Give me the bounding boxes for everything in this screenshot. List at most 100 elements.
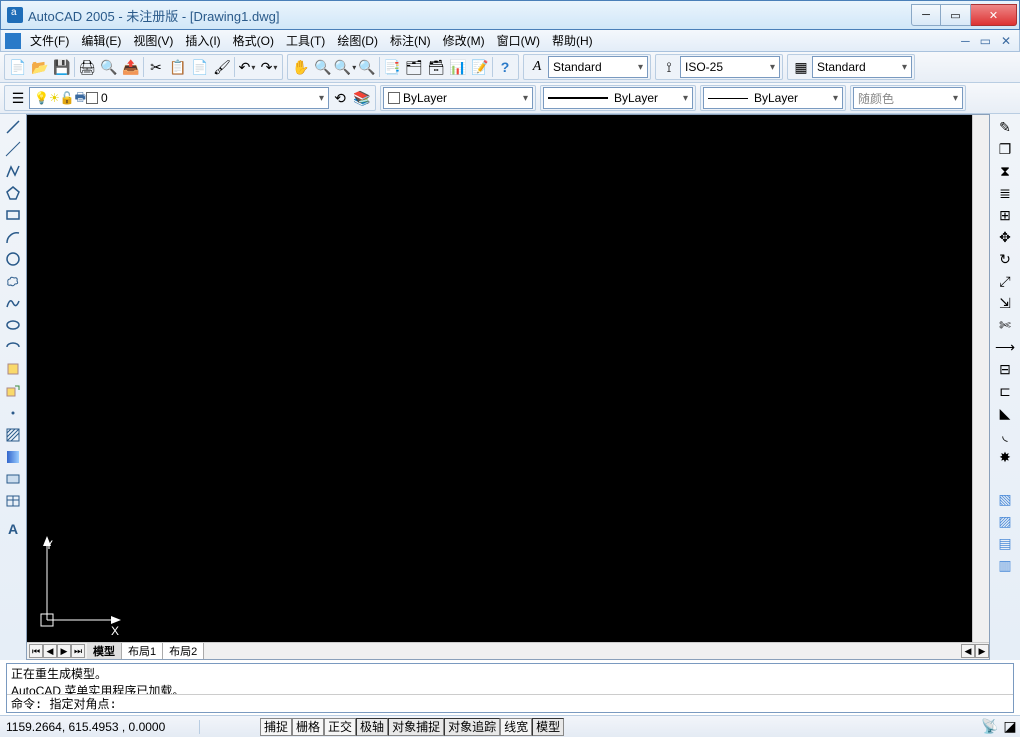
mdi-restore-button[interactable]: ▭: [980, 34, 991, 48]
command-input[interactable]: 命令: 指定对角点:: [7, 694, 1013, 712]
copy-button[interactable]: 📋: [167, 56, 189, 78]
arc-button[interactable]: [2, 226, 24, 248]
tool-palettes-button[interactable]: 🗃: [425, 56, 447, 78]
tab-first-button[interactable]: ⏮: [29, 644, 43, 658]
trim-button[interactable]: ✄: [994, 314, 1016, 336]
chamfer-button[interactable]: ◣: [994, 402, 1016, 424]
toggle-model[interactable]: 模型: [532, 718, 564, 736]
open-button[interactable]: 📂: [29, 56, 51, 78]
tab-layout1[interactable]: 布局1: [122, 643, 163, 659]
layer-previous-button[interactable]: ⟲: [329, 87, 351, 109]
menu-insert[interactable]: 插入(I): [179, 32, 226, 49]
communication-center-icon[interactable]: 📡: [980, 716, 1000, 738]
match-button[interactable]: 🖌: [211, 56, 233, 78]
draworder-back-button[interactable]: ▨: [994, 510, 1016, 532]
table-button[interactable]: [2, 490, 24, 512]
tab-model[interactable]: 模型: [87, 643, 122, 659]
fillet-button[interactable]: ◟: [994, 424, 1016, 446]
region-button[interactable]: [2, 468, 24, 490]
hscroll-right-button[interactable]: ▶: [975, 644, 989, 658]
hatch-button[interactable]: [2, 424, 24, 446]
mirror-button[interactable]: ⧗: [994, 160, 1016, 182]
zoom-previous-button[interactable]: 🔍: [356, 56, 378, 78]
toggle-grid[interactable]: 栅格: [292, 718, 324, 736]
toggle-otrack[interactable]: 对象追踪: [444, 718, 500, 736]
status-coordinates[interactable]: 1159.2664, 615.4953 , 0.0000: [0, 720, 200, 734]
markup-button[interactable]: 📝: [469, 56, 491, 78]
array-button[interactable]: ⊞: [994, 204, 1016, 226]
stretch-button[interactable]: ⇲: [994, 292, 1016, 314]
plotstyle-dropdown[interactable]: 随颜色 ▾: [853, 87, 963, 109]
properties-button[interactable]: 📑: [381, 56, 403, 78]
revcloud-button[interactable]: [2, 270, 24, 292]
drawing-canvas[interactable]: Y X: [27, 115, 972, 642]
maximize-button[interactable]: ▭: [941, 4, 971, 26]
vertical-scrollbar[interactable]: [972, 115, 989, 642]
tab-next-button[interactable]: ▶: [57, 644, 71, 658]
menu-tools[interactable]: 工具(T): [280, 32, 331, 49]
redo-button[interactable]: ↷▾: [258, 56, 280, 78]
tab-last-button[interactable]: ⏭: [71, 644, 85, 658]
line-button[interactable]: [2, 116, 24, 138]
circle-button[interactable]: [2, 248, 24, 270]
lineweight-dropdown[interactable]: ByLayer ▾: [703, 87, 843, 109]
pan-realtime-button[interactable]: ✋: [290, 56, 312, 78]
menu-view[interactable]: 视图(V): [127, 32, 179, 49]
layer-dropdown[interactable]: 💡 ☀ 🔓 🖶 0 ▾: [29, 87, 329, 109]
rotate-button[interactable]: ↻: [994, 248, 1016, 270]
color-dropdown[interactable]: ByLayer ▾: [383, 87, 533, 109]
text-style-dropdown[interactable]: Standard ▾: [548, 56, 648, 78]
polyline-button[interactable]: [2, 160, 24, 182]
hscroll-left-button[interactable]: ◀: [961, 644, 975, 658]
zoom-realtime-button[interactable]: 🔍: [312, 56, 334, 78]
print-preview-button[interactable]: 🔍: [98, 56, 120, 78]
rectangle-button[interactable]: [2, 204, 24, 226]
save-button[interactable]: 💾: [51, 56, 73, 78]
menu-format[interactable]: 格式(O): [227, 32, 280, 49]
toggle-osnap[interactable]: 对象捕捉: [388, 718, 444, 736]
draworder-above-button[interactable]: ▤: [994, 532, 1016, 554]
ellipse-button[interactable]: [2, 314, 24, 336]
copy-object-button[interactable]: ❐: [994, 138, 1016, 160]
polygon-button[interactable]: [2, 182, 24, 204]
publish-button[interactable]: 📤: [120, 56, 142, 78]
offset-button[interactable]: ≣: [994, 182, 1016, 204]
mdi-close-button[interactable]: ✕: [1001, 34, 1011, 48]
layer-states-button[interactable]: 📚: [351, 87, 373, 109]
mdi-minimize-button[interactable]: ─: [961, 34, 970, 48]
dim-style-dropdown[interactable]: ISO-25 ▾: [680, 56, 780, 78]
menu-modify[interactable]: 修改(M): [437, 32, 491, 49]
linetype-dropdown[interactable]: ByLayer ▾: [543, 87, 693, 109]
new-button[interactable]: 📄: [7, 56, 29, 78]
table-style-dropdown[interactable]: Standard ▾: [812, 56, 912, 78]
menu-dimension[interactable]: 标注(N): [384, 32, 437, 49]
design-center-button[interactable]: 🗂: [403, 56, 425, 78]
toggle-polar[interactable]: 极轴: [356, 718, 388, 736]
menu-edit[interactable]: 编辑(E): [75, 32, 127, 49]
layer-manager-button[interactable]: ☰: [7, 87, 29, 109]
draworder-under-button[interactable]: ▥: [994, 554, 1016, 576]
construction-line-button[interactable]: [2, 138, 24, 160]
minimize-button[interactable]: ─: [911, 4, 941, 26]
zoom-window-button[interactable]: 🔍▾: [334, 56, 356, 78]
erase-button[interactable]: ✎: [994, 116, 1016, 138]
spline-button[interactable]: [2, 292, 24, 314]
menu-file[interactable]: 文件(F): [24, 32, 75, 49]
toggle-lwt[interactable]: 线宽: [500, 718, 532, 736]
scale-button[interactable]: ⤢: [994, 270, 1016, 292]
close-button[interactable]: ✕: [971, 4, 1017, 26]
insert-block-button[interactable]: [2, 358, 24, 380]
gradient-button[interactable]: [2, 446, 24, 468]
menu-draw[interactable]: 绘图(D): [331, 32, 384, 49]
undo-button[interactable]: ↶▾: [236, 56, 258, 78]
make-block-button[interactable]: [2, 380, 24, 402]
mdi-icon[interactable]: [5, 33, 21, 49]
tab-prev-button[interactable]: ◀: [43, 644, 57, 658]
mtext-button[interactable]: A: [2, 518, 24, 540]
tab-layout2[interactable]: 布局2: [163, 643, 204, 659]
toggle-snap[interactable]: 捕捉: [260, 718, 292, 736]
ellipse-arc-button[interactable]: [2, 336, 24, 358]
status-lock-icon[interactable]: ◪: [1000, 716, 1020, 738]
explode-button[interactable]: ✸: [994, 446, 1016, 468]
sheetset-button[interactable]: 📊: [447, 56, 469, 78]
